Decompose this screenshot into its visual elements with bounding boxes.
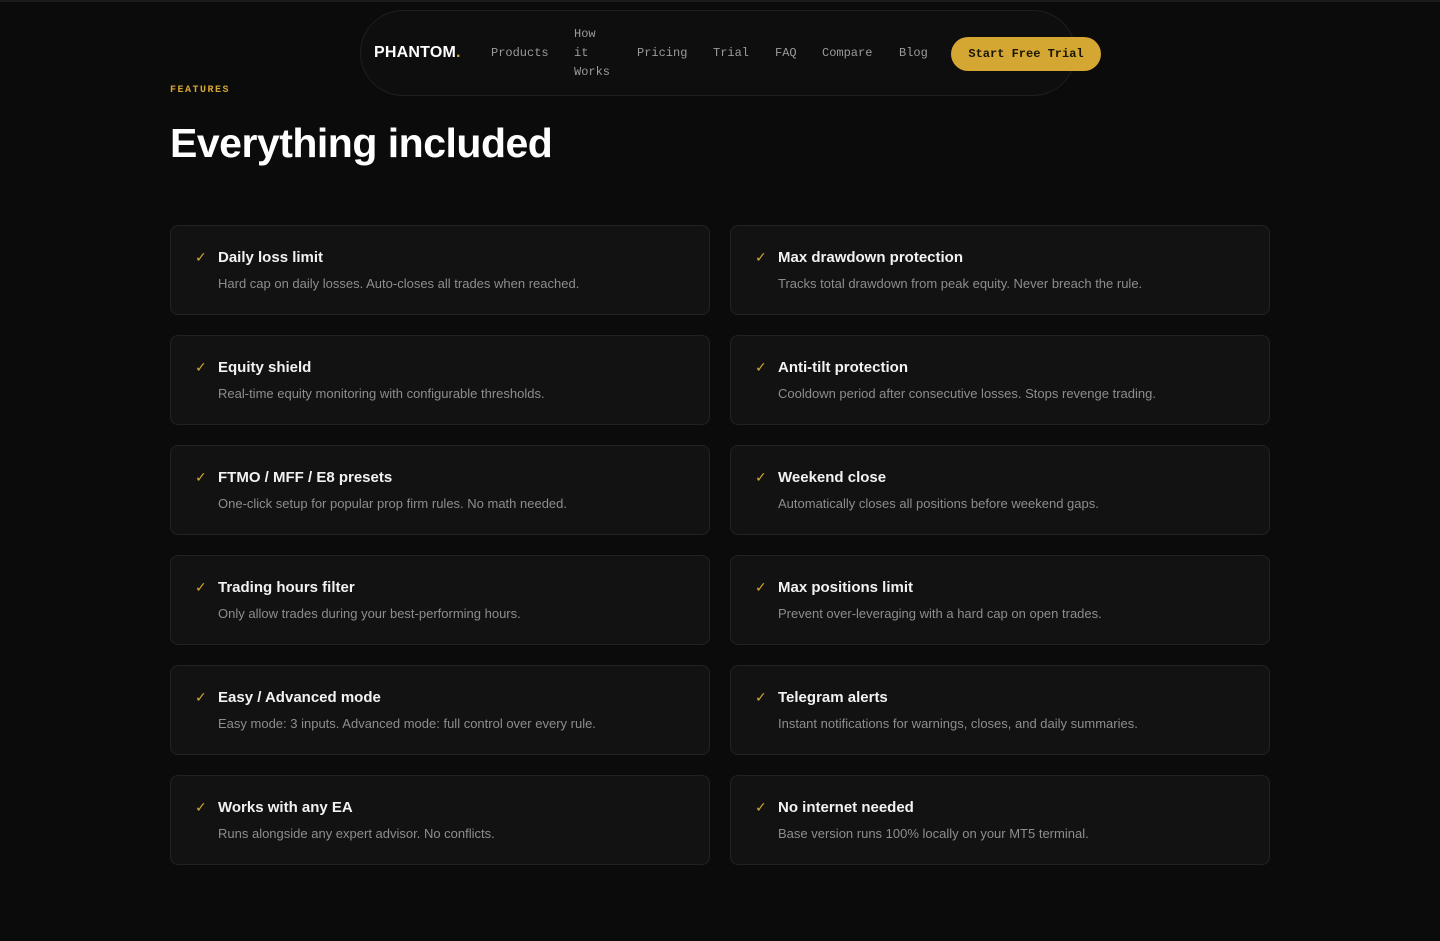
feature-description: One-click setup for popular prop firm ru… (218, 496, 568, 511)
feature-card: ✓ Equity shield Real-time equity monitor… (170, 335, 710, 425)
features-grid: ✓ Daily loss limit Hard cap on daily los… (170, 225, 1270, 865)
feature-description: Runs alongside any expert advisor. No co… (218, 826, 495, 841)
logo-dot: . (456, 44, 461, 61)
feature-title: Daily loss limit (218, 249, 324, 266)
feature-title: Equity shield (218, 359, 312, 376)
check-icon: ✓ (755, 800, 767, 816)
feature-description: Base version runs 100% locally on your M… (778, 826, 1089, 841)
feature-description: Easy mode: 3 inputs. Advanced mode: full… (218, 716, 596, 731)
feature-card: ✓ No internet needed Base version runs 1… (730, 775, 1270, 865)
check-icon: ✓ (755, 470, 767, 486)
nav-link-blog[interactable]: Blog (899, 44, 928, 63)
feature-title: FTMO / MFF / E8 presets (218, 469, 393, 486)
nav-link-how-it-works[interactable]: How it Works (574, 25, 614, 82)
feature-title: Max positions limit (778, 579, 914, 596)
check-icon: ✓ (195, 250, 207, 266)
feature-title: Telegram alerts (778, 689, 888, 706)
feature-card: ✓ Weekend close Automatically closes all… (730, 445, 1270, 535)
nav-link-products[interactable]: Products (491, 44, 549, 63)
logo-text: PHANTOM (374, 44, 456, 61)
top-nav: PHANTOM. Products How it Works Pricing T… (360, 10, 1101, 96)
feature-card: ✓ Daily loss limit Hard cap on daily los… (170, 225, 710, 315)
nav-link-faq[interactable]: FAQ (775, 44, 797, 63)
feature-card: ✓ Anti-tilt protection Cooldown period a… (730, 335, 1270, 425)
check-icon: ✓ (755, 690, 767, 706)
nav-link-compare[interactable]: Compare (822, 44, 872, 63)
section-eyebrow: FEATURES (170, 85, 231, 96)
feature-card: ✓ Trading hours filter Only allow trades… (170, 555, 710, 645)
feature-card: ✓ Max drawdown protection Tracks total d… (730, 225, 1270, 315)
nav-link-pricing[interactable]: Pricing (637, 44, 687, 63)
feature-title: Anti-tilt protection (778, 359, 908, 376)
feature-card: ✓ Telegram alerts Instant notifications … (730, 665, 1270, 755)
feature-description: Prevent over-leveraging with a hard cap … (778, 606, 1102, 621)
logo[interactable]: PHANTOM. (374, 44, 461, 62)
feature-description: Instant notifications for warnings, clos… (778, 716, 1138, 731)
feature-description: Cooldown period after consecutive losses… (778, 386, 1156, 401)
feature-title: Trading hours filter (218, 579, 355, 596)
feature-title: Max drawdown protection (778, 249, 964, 266)
feature-title: Easy / Advanced mode (218, 689, 381, 706)
feature-card: ✓ FTMO / MFF / E8 presets One-click setu… (170, 445, 710, 535)
check-icon: ✓ (195, 800, 207, 816)
feature-title: Weekend close (778, 469, 887, 486)
check-icon: ✓ (195, 470, 207, 486)
page: PHANTOM. Products How it Works Pricing T… (0, 0, 1440, 941)
start-free-trial-button[interactable]: Start Free Trial (951, 37, 1101, 71)
feature-description: Hard cap on daily losses. Auto-closes al… (218, 276, 580, 291)
feature-description: Only allow trades during your best-perfo… (218, 606, 521, 621)
check-icon: ✓ (195, 360, 207, 376)
nav-link-trial[interactable]: Trial (713, 44, 749, 63)
section-title: Everything included (170, 120, 553, 166)
check-icon: ✓ (195, 580, 207, 596)
check-icon: ✓ (195, 690, 207, 706)
feature-description: Real-time equity monitoring with configu… (218, 386, 545, 401)
check-icon: ✓ (755, 360, 767, 376)
feature-card: ✓ Easy / Advanced mode Easy mode: 3 inpu… (170, 665, 710, 755)
feature-title: Works with any EA (218, 799, 353, 816)
feature-card: ✓ Works with any EA Runs alongside any e… (170, 775, 710, 865)
feature-description: Tracks total drawdown from peak equity. … (778, 276, 1143, 291)
check-icon: ✓ (755, 580, 767, 596)
check-icon: ✓ (755, 250, 767, 266)
feature-card: ✓ Max positions limit Prevent over-lever… (730, 555, 1270, 645)
feature-title: No internet needed (778, 799, 914, 816)
feature-description: Automatically closes all positions befor… (778, 496, 1099, 511)
